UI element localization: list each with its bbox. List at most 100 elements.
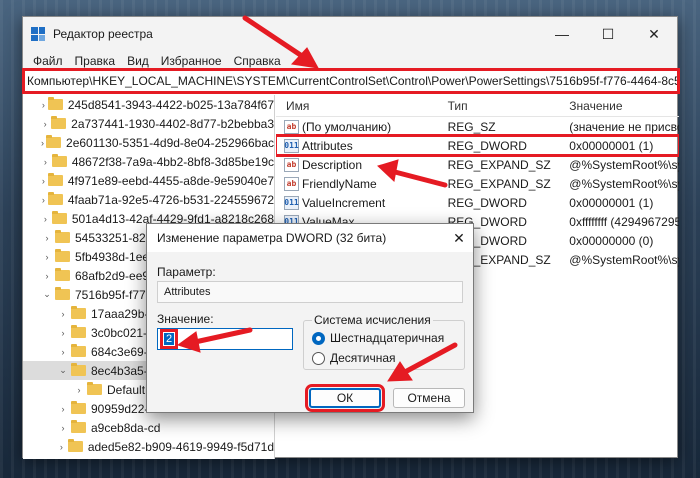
value-data-cell: @%SystemRoot%\system32 bbox=[569, 252, 679, 267]
list-header: Имя Тип Значение bbox=[276, 95, 679, 117]
menu-bar: Файл Правка Вид Избранное Справка bbox=[23, 51, 677, 71]
dword-value-icon: 011 bbox=[284, 138, 299, 153]
value-input[interactable]: 2 bbox=[157, 328, 293, 350]
value-name-cell: ab FriendlyName bbox=[276, 176, 448, 191]
value-data-cell: @%SystemRoot%\system32 bbox=[569, 157, 679, 172]
chevron-right-icon[interactable]: › bbox=[57, 347, 69, 357]
chevron-right-icon[interactable]: › bbox=[57, 328, 69, 338]
radio-hexadecimal[interactable]: Шестнадцатеричная bbox=[312, 331, 444, 345]
value-type-cell: REG_EXPAND_SZ bbox=[447, 157, 551, 172]
menu-item[interactable]: Вид bbox=[121, 54, 155, 68]
value-data-cell: (значение не присвоено) bbox=[569, 119, 679, 134]
tree-item-label: 245d8541-3943-4422-b025-13a784f67 bbox=[67, 97, 274, 112]
param-name-field: Attributes bbox=[157, 281, 463, 303]
chevron-right-icon[interactable]: › bbox=[57, 309, 69, 319]
value-name: ValueIncrement bbox=[302, 195, 386, 210]
chevron-right-icon[interactable]: › bbox=[41, 119, 49, 129]
chevron-down-icon[interactable]: ⌄ bbox=[57, 365, 69, 376]
value-name: (По умолчанию) bbox=[302, 119, 392, 134]
value-row[interactable]: ab FriendlyName REG_EXPAND_SZ @%SystemRoot%… bbox=[276, 174, 679, 193]
tree-item[interactable]: › 4faab71a-92e5-4726-b531-224559672 bbox=[23, 190, 274, 209]
chevron-right-icon[interactable]: › bbox=[41, 176, 46, 186]
close-button[interactable]: ✕ bbox=[631, 17, 677, 51]
folder-icon bbox=[55, 230, 70, 243]
folder-icon bbox=[87, 382, 102, 395]
folder-icon bbox=[55, 268, 70, 281]
address-bar[interactable]: Компьютер\HKEY_LOCAL_MACHINE\SYSTEM\Curr… bbox=[22, 68, 680, 94]
value-row[interactable]: 011 ValueIncrement REG_DWORD 0x00000001 (1) bbox=[276, 193, 679, 212]
value-row[interactable]: ab (По умолчанию) REG_SZ (значение не присв… bbox=[276, 117, 679, 136]
folder-icon bbox=[47, 97, 63, 110]
window-title: Редактор реестра bbox=[53, 27, 153, 41]
value-data-cell: 0x00000000 (0) bbox=[569, 233, 654, 248]
folder-icon bbox=[71, 306, 86, 319]
chevron-right-icon[interactable]: › bbox=[41, 195, 46, 205]
value-data-cell: 0xffffffff (4294967295) bbox=[569, 214, 679, 229]
value-name-cell: 011 ValueIncrement bbox=[276, 195, 448, 210]
radio-dec-label: Десятичная bbox=[330, 351, 396, 365]
value-text: 2 bbox=[159, 329, 179, 349]
folder-icon bbox=[71, 344, 86, 357]
value-row[interactable]: 011 Attributes REG_DWORD 0x00000001 (1) bbox=[276, 134, 679, 157]
chevron-right-icon[interactable]: › bbox=[41, 252, 53, 262]
folder-icon bbox=[51, 211, 67, 224]
value-name: FriendlyName bbox=[302, 176, 377, 191]
radio-hex-icon[interactable] bbox=[312, 331, 325, 345]
chevron-right-icon[interactable]: › bbox=[41, 271, 53, 281]
chevron-right-icon[interactable]: › bbox=[57, 442, 66, 452]
chevron-right-icon[interactable]: › bbox=[57, 423, 69, 433]
tree-item[interactable]: › 2e601130-5351-4d9d-8e04-252966bac bbox=[23, 133, 274, 152]
folder-icon bbox=[71, 420, 86, 433]
radio-decimal[interactable]: Десятичная bbox=[312, 351, 396, 365]
string-value-icon: ab bbox=[284, 157, 299, 172]
dword-value-icon: 011 bbox=[284, 195, 299, 210]
column-header-type[interactable]: Тип bbox=[448, 99, 570, 113]
menu-item[interactable]: Справка bbox=[228, 54, 287, 68]
folder-icon bbox=[55, 249, 70, 262]
value-data-cell: 0x00000001 (1) bbox=[569, 138, 654, 153]
value-type-cell: REG_SZ bbox=[447, 119, 496, 134]
chevron-right-icon[interactable]: › bbox=[73, 385, 85, 395]
tree-item[interactable]: › 2a737441-1930-4402-8d77-b2bebba3 bbox=[23, 114, 274, 133]
tree-item[interactable]: › 245d8541-3943-4422-b025-13a784f67 bbox=[23, 95, 274, 114]
dialog-close-icon[interactable]: ✕ bbox=[445, 230, 473, 247]
value-data-cell: @%SystemRoot%\system32 bbox=[569, 176, 679, 191]
menu-item[interactable]: Файл bbox=[27, 54, 69, 68]
ok-button[interactable]: ОК bbox=[305, 384, 385, 412]
column-header-name[interactable]: Имя bbox=[276, 99, 448, 113]
cancel-button[interactable]: Отмена bbox=[393, 388, 465, 408]
folder-icon bbox=[71, 363, 86, 376]
maximize-button[interactable]: ☐ bbox=[585, 17, 631, 51]
tree-item[interactable]: › aded5e82-b909-4619-9949-f5d71d bbox=[23, 437, 274, 456]
folder-icon bbox=[47, 173, 63, 186]
radio-dec-icon[interactable] bbox=[312, 351, 325, 365]
folder-icon bbox=[51, 154, 67, 167]
value-name-cell: ab (По умолчанию) bbox=[276, 119, 448, 134]
chevron-right-icon[interactable]: › bbox=[57, 404, 69, 414]
tree-item-label: 4f971e89-eebd-4455-a8de-9e59040e7 bbox=[67, 173, 274, 188]
registry-editor-icon bbox=[31, 27, 45, 41]
dialog-title-bar: Изменение параметра DWORD (32 бита) ✕ bbox=[147, 224, 473, 252]
column-header-value[interactable]: Значение bbox=[569, 99, 679, 113]
value-row[interactable]: ab Description REG_EXPAND_SZ @%SystemRoot%\… bbox=[276, 155, 679, 174]
number-base-group: Система исчисления Шестнадцатеричная Дес… bbox=[303, 313, 465, 370]
chevron-right-icon[interactable]: › bbox=[41, 214, 50, 224]
tree-item[interactable]: › 48672f38-7a9a-4bb2-8bf8-3d85be19c bbox=[23, 152, 274, 171]
tree-item[interactable]: › a9ceb8da-cd bbox=[23, 418, 274, 437]
tree-item-label: 68afb2d9-ee95 bbox=[75, 268, 156, 283]
menu-item[interactable]: Правка bbox=[69, 54, 122, 68]
tree-item-label: 2a737441-1930-4402-8d77-b2bebba3 bbox=[71, 116, 274, 131]
chevron-right-icon[interactable]: › bbox=[41, 138, 44, 148]
chevron-right-icon[interactable]: › bbox=[41, 233, 53, 243]
menu-item[interactable]: Избранное bbox=[155, 54, 228, 68]
param-label: Параметр: bbox=[157, 265, 216, 279]
chevron-down-icon[interactable]: ⌄ bbox=[41, 289, 53, 300]
tree-item[interactable]: › 4f971e89-eebd-4455-a8de-9e59040e7 bbox=[23, 171, 274, 190]
value-type-cell: REG_DWORD bbox=[447, 195, 527, 210]
tree-item-label: 5fb4938d-1ee8 bbox=[75, 249, 156, 264]
folder-icon bbox=[46, 135, 62, 148]
number-base-title: Система исчисления bbox=[312, 313, 433, 327]
chevron-right-icon[interactable]: › bbox=[41, 157, 50, 167]
chevron-right-icon[interactable]: › bbox=[41, 100, 46, 110]
minimize-button[interactable]: — bbox=[539, 17, 585, 51]
